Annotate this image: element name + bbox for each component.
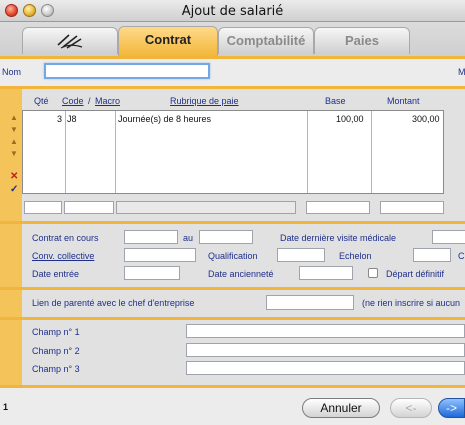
col-header-macro[interactable]: Macro [95, 96, 120, 106]
rubrique-field[interactable] [116, 201, 296, 214]
right-label: M [458, 67, 465, 77]
delete-icon[interactable]: ✕ [10, 172, 18, 182]
date-entree-label: Date entrée [32, 269, 80, 279]
champ-1-field[interactable] [186, 324, 465, 338]
move-top-icon[interactable]: ▲ [10, 138, 18, 146]
pay-lines-table[interactable]: 3 J8 Journée(s) de 8 heures 100,00 300,0… [22, 110, 444, 194]
date-entree-field[interactable] [124, 266, 180, 280]
champ-3-label: Champ n° 3 [32, 364, 80, 374]
column-divider [371, 111, 372, 193]
c-label: C [458, 251, 465, 261]
conv-collective-field[interactable] [124, 248, 196, 262]
parente-sidebar [0, 290, 22, 317]
col-header-slash: / [88, 96, 91, 106]
date-anciennete-label: Date ancienneté [208, 269, 274, 279]
date-anciennete-field[interactable] [299, 266, 353, 280]
depart-definitif-label: Départ définitif [386, 269, 445, 279]
signature-icon [57, 34, 83, 49]
tab-contrat-label: Contrat [144, 32, 192, 47]
row-base: 100,00 [336, 114, 364, 124]
parente-field[interactable] [266, 295, 354, 310]
nom-label: Nom [2, 67, 22, 77]
parente-label: Lien de parenté avec le chef d'entrepris… [32, 298, 195, 308]
parente-note: (ne rien inscrire si aucun [362, 298, 461, 308]
tab-comptabilite[interactable]: Comptabilité [218, 27, 314, 54]
row-code: J8 [67, 114, 77, 124]
record-counter: 1 [3, 402, 9, 412]
validate-icon[interactable]: ✓ [10, 185, 18, 195]
next-button[interactable]: -> [438, 398, 465, 418]
name-row: Nom M [0, 59, 465, 86]
echelon-label: Echelon [339, 251, 372, 261]
cancel-button[interactable]: Annuler [302, 398, 380, 418]
move-up-icon[interactable]: ▲ [10, 114, 18, 122]
au-label: au [183, 233, 194, 243]
col-header-qte: Qté [34, 96, 49, 106]
col-header-code[interactable]: Code [62, 96, 84, 106]
tab-comptabilite-label: Comptabilité [226, 33, 306, 48]
champ-1-label: Champ n° 1 [32, 327, 80, 337]
contrat-end-field[interactable] [199, 230, 253, 244]
row-rubrique: Journée(s) de 8 heures [118, 114, 212, 124]
contract-sidebar [0, 224, 22, 287]
previous-button[interactable]: <- [390, 398, 432, 418]
column-divider [65, 111, 66, 193]
tab-strip: Contrat Comptabilité Paies [0, 22, 465, 56]
move-down-icon[interactable]: ▼ [10, 126, 18, 134]
echelon-field[interactable] [413, 248, 451, 262]
row-qte: 3 [57, 114, 63, 124]
champ-2-label: Champ n° 2 [32, 346, 80, 356]
tab-contrat[interactable]: Contrat [118, 26, 218, 56]
qualification-label: Qualification [208, 251, 258, 261]
tab-signature[interactable] [22, 27, 118, 54]
window-titlebar: Ajout de salarié [0, 0, 465, 22]
champ-2-field[interactable] [186, 343, 465, 357]
derniere-visite-label: Date dernière visite médicale [280, 233, 397, 243]
window-title: Ajout de salarié [181, 4, 284, 19]
move-bottom-icon[interactable]: ▼ [10, 150, 18, 158]
col-header-rubrique[interactable]: Rubrique de paie [170, 96, 239, 106]
conv-collective-link[interactable]: Conv. collective [32, 251, 94, 261]
tab-paies-label: Paies [345, 33, 379, 48]
depart-definitif-checkbox[interactable] [368, 268, 378, 278]
contrat-start-field[interactable] [124, 230, 178, 244]
qte-field[interactable] [24, 201, 62, 214]
col-header-base: Base [325, 96, 346, 106]
qualification-field[interactable] [277, 248, 325, 262]
montant-field[interactable] [380, 201, 444, 214]
champ-3-field[interactable] [186, 361, 465, 375]
champs-sidebar [0, 320, 22, 385]
base-field[interactable] [306, 201, 370, 214]
code-field[interactable] [64, 201, 114, 214]
row-montant: 300,00 [412, 114, 440, 124]
tab-paies[interactable]: Paies [314, 27, 410, 54]
column-divider [307, 111, 308, 193]
nom-input[interactable] [44, 63, 210, 79]
col-header-montant: Montant [387, 96, 420, 106]
contrat-en-cours-label: Contrat en cours [32, 233, 99, 243]
column-divider [115, 111, 116, 193]
derniere-visite-field[interactable] [432, 230, 465, 244]
